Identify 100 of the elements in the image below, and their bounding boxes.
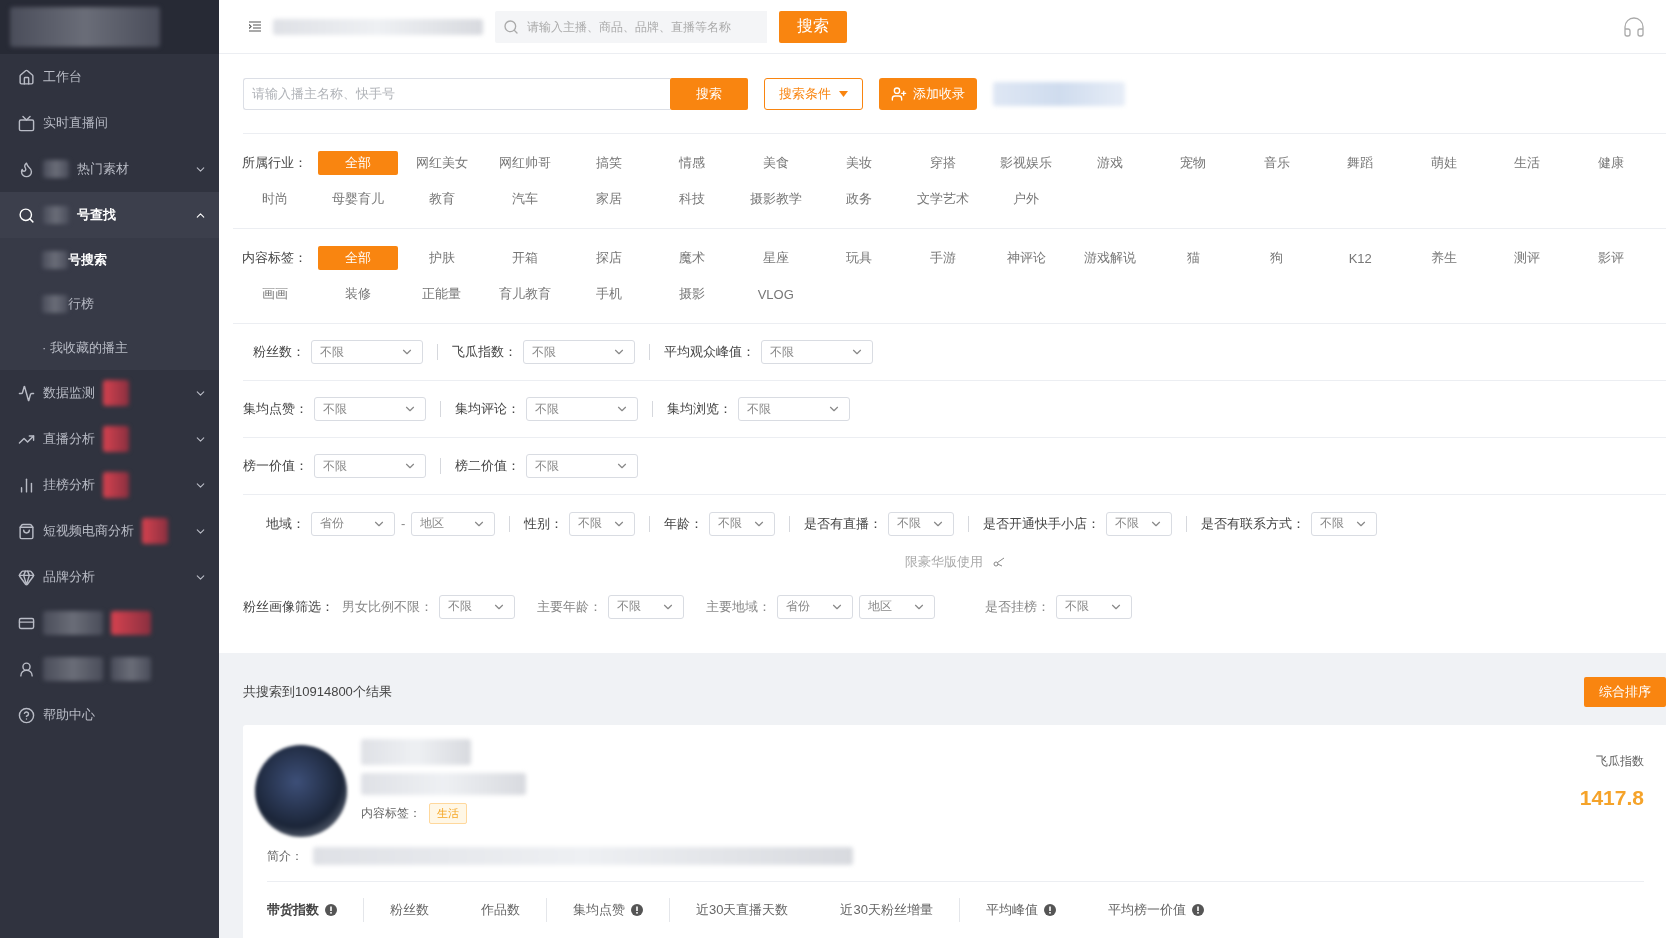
sidebar-item[interactable]: 帮助中心 (0, 692, 219, 738)
info-icon (1043, 904, 1056, 916)
select-field[interactable]: 不限 (526, 454, 638, 478)
select-field[interactable]: 不限 (311, 340, 423, 364)
filter-tag[interactable]: 装修 (318, 282, 399, 306)
sidebar-item[interactable]: 实时直播间 (0, 100, 219, 146)
filter-tag[interactable]: 搞笑 (568, 151, 649, 175)
sidebar-item[interactable]: 热门素材 (0, 146, 219, 192)
submenu-item[interactable]: 行榜 (0, 282, 219, 326)
select-field[interactable]: 不限 (569, 511, 636, 536)
filter-tag[interactable]: 教育 (401, 187, 482, 211)
filter-tag[interactable]: 户外 (986, 187, 1067, 211)
filter-tag[interactable]: 开箱 (485, 246, 566, 270)
filter-tag[interactable]: 魔术 (652, 246, 733, 270)
filter-tag[interactable]: 影视娱乐 (986, 151, 1067, 175)
search-icon (503, 18, 519, 35)
filter-tag[interactable]: 网红帅哥 (485, 151, 566, 175)
sidebar-item[interactable]: 号查找 (0, 192, 219, 238)
filter-label: 粉丝数： (252, 343, 305, 361)
filter-label: 年龄： (664, 514, 704, 533)
filter-tag[interactable]: 手机 (568, 282, 649, 306)
filter-tag[interactable]: 穿搭 (902, 151, 983, 175)
sidebar-item[interactable]: 挂榜分析 (0, 462, 219, 508)
sidebar-item[interactable]: 工作台 (0, 54, 219, 100)
select-field[interactable]: 地区 (859, 594, 935, 619)
filter-tag[interactable]: 汽车 (485, 187, 566, 211)
select-field[interactable]: 不限 (888, 511, 955, 536)
select-field[interactable]: 不限 (1106, 511, 1173, 536)
filter-tag[interactable]: 科技 (652, 187, 733, 211)
filter-tag[interactable]: 萌娃 (1403, 151, 1484, 175)
filter-tag[interactable]: 狗 (1236, 246, 1317, 270)
filter-tag[interactable]: 全部 (318, 151, 399, 175)
sidebar-item[interactable]: 短视频电商分析 (0, 508, 219, 554)
filter-tag[interactable]: 星座 (735, 246, 816, 270)
filter-tag[interactable]: 文学艺术 (902, 187, 983, 211)
filter-tag[interactable]: 探店 (568, 246, 649, 270)
filter-tag[interactable]: 游戏解说 (1069, 246, 1150, 270)
select-field[interactable]: 不限 (314, 397, 426, 421)
bar-chart-icon (18, 476, 35, 494)
select-field[interactable]: 地区 (411, 511, 496, 536)
submenu-item[interactable]: 号搜索 (0, 238, 219, 282)
filter-tag[interactable]: 舞蹈 (1320, 151, 1401, 175)
select-field[interactable]: 不限 (314, 454, 426, 478)
select-field[interactable]: 不限 (1056, 594, 1132, 619)
select-field[interactable]: 不限 (738, 397, 850, 421)
headset-icon[interactable] (1622, 14, 1646, 39)
filter-tag[interactable]: 情感 (652, 151, 733, 175)
select-field[interactable]: 省份 (311, 511, 395, 536)
select-field[interactable]: 不限 (523, 340, 635, 364)
filter-tag[interactable]: 时尚 (234, 187, 315, 211)
filter-tag[interactable]: 摄影教学 (735, 187, 816, 211)
select-field[interactable]: 省份 (777, 594, 853, 619)
filter-tag[interactable]: K12 (1320, 246, 1401, 270)
sidebar-item[interactable]: 品牌分析 (0, 554, 219, 600)
select-field[interactable]: 不限 (439, 594, 515, 619)
sidebar-item[interactable]: 数据监测 (0, 370, 219, 416)
filter-tag[interactable]: 画画 (234, 282, 315, 306)
select-field[interactable]: 不限 (709, 511, 776, 536)
filter-tag[interactable]: 护肤 (401, 246, 482, 270)
filter-tag[interactable]: 母婴育儿 (318, 187, 399, 211)
filter-tag[interactable]: 玩具 (819, 246, 900, 270)
filter-tag[interactable]: 网红美女 (401, 151, 482, 175)
filter-tag[interactable]: 测评 (1487, 246, 1568, 270)
select-field[interactable]: 不限 (526, 397, 638, 421)
filter-tag[interactable]: 美食 (735, 151, 816, 175)
add-button[interactable]: 添加收录 (879, 77, 977, 110)
filter-label: 飞瓜指数： (452, 343, 517, 361)
sort-button[interactable]: 综合排序 (1584, 677, 1666, 707)
menu-icon[interactable] (249, 21, 261, 32)
select-field[interactable]: 不限 (608, 594, 684, 619)
select-field[interactable]: 不限 (761, 340, 873, 364)
filter-tag[interactable]: 神评论 (986, 246, 1067, 270)
filter-tag[interactable]: 摄影 (652, 282, 733, 306)
filter-tag[interactable]: 影评 (1570, 246, 1651, 270)
search-field[interactable]: 请输入播主名称、快手号 (243, 77, 670, 110)
sidebar-item[interactable]: 直播分析 (0, 416, 219, 462)
filter-tag[interactable]: 养生 (1403, 246, 1484, 270)
filter-tag[interactable]: 全部 (318, 246, 399, 270)
search-button[interactable]: 搜索 (779, 10, 847, 43)
filter-tag[interactable]: 政务 (819, 187, 900, 211)
filter-tag[interactable]: 手游 (902, 246, 983, 270)
redacted-block (103, 472, 129, 498)
filter-tag[interactable]: 正能量 (401, 282, 482, 306)
filter-tag[interactable]: 家居 (568, 187, 649, 211)
filter-tag[interactable]: 宠物 (1153, 151, 1234, 175)
filter-tag[interactable]: 健康 (1570, 151, 1651, 175)
submenu-item[interactable]: · 我收藏的播主 (0, 326, 219, 370)
search-field[interactable]: 请输入主播、商品、品牌、直播等名称 (495, 10, 767, 43)
filter-tag[interactable]: 音乐 (1236, 151, 1317, 175)
filter-tag[interactable]: 猫 (1153, 246, 1234, 270)
conditions-button[interactable]: 搜索条件 (764, 77, 863, 110)
pulse-icon (18, 384, 35, 402)
filter-tag[interactable]: 生活 (1487, 151, 1568, 175)
filter-tag[interactable]: 游戏 (1069, 151, 1150, 175)
filter-tag[interactable]: 育儿教育 (485, 282, 566, 306)
search-button[interactable]: 搜索 (670, 77, 748, 110)
redacted-block (43, 206, 69, 224)
filter-tag[interactable]: VLOG (735, 282, 816, 306)
filter-tag[interactable]: 美妆 (819, 151, 900, 175)
select-field[interactable]: 不限 (1311, 511, 1378, 536)
